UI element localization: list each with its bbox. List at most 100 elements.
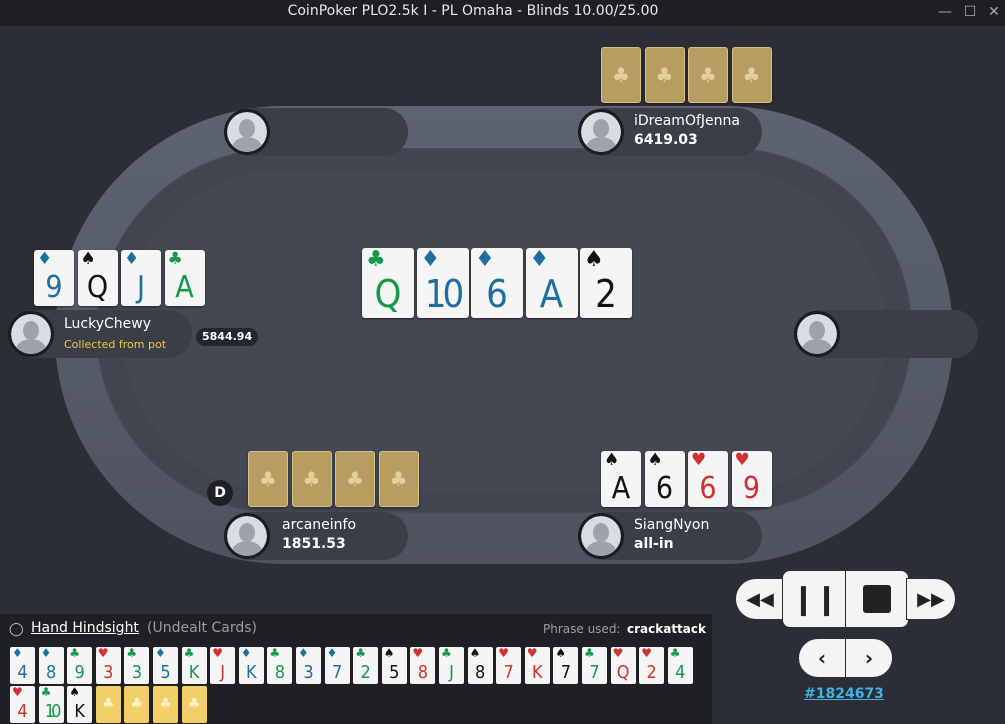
hearts-suit-icon: ♥ — [498, 647, 509, 660]
player-name: iDreamOfJenna — [634, 113, 740, 129]
playing-card: ♠ Q — [77, 250, 118, 306]
phrase-label: Phrase used: — [543, 622, 621, 636]
next-hand-button[interactable]: › — [845, 638, 893, 678]
spades-suit-icon: ♠ — [584, 248, 604, 272]
card-rank: 4 — [17, 662, 28, 683]
card-rank: 6 — [699, 471, 717, 506]
diamonds-suit-icon: ♦ — [12, 647, 23, 660]
card-rank: J — [220, 662, 226, 683]
card-rank: 2 — [646, 662, 657, 683]
hearts-suit-icon: ♥ — [212, 647, 223, 660]
card-back — [335, 451, 375, 507]
playing-card: ♣ Q — [362, 248, 414, 318]
spades-suit-icon: ♠ — [604, 451, 620, 470]
playing-card: ♦ 6 — [471, 248, 523, 318]
hindsight-title-link[interactable]: Hand Hindsight — [31, 620, 139, 636]
playing-card: ♦ 4 — [10, 647, 35, 684]
card-rank: 10 — [44, 701, 62, 722]
clubs-suit-icon: ♣ — [40, 686, 52, 699]
player-stack: 1851.53 — [282, 536, 346, 552]
card-back — [731, 47, 772, 103]
card-back — [181, 686, 207, 723]
player-name: LuckyChewy — [64, 316, 152, 332]
previous-hand-button[interactable]: ‹ — [798, 638, 846, 678]
playing-card: ♠ 8 — [467, 647, 493, 684]
phrase-value: crackattack — [627, 622, 706, 636]
fast-forward-button[interactable]: ▶▶ — [906, 578, 956, 620]
playing-card: ♦ K — [238, 647, 264, 684]
card-rank: 6 — [655, 471, 674, 506]
fast-forward-icon: ▶▶ — [917, 588, 945, 610]
playing-card: ♥ 6 — [688, 451, 728, 507]
spades-suit-icon: ♠ — [469, 647, 481, 660]
playing-card: ♥ 4 — [10, 686, 35, 723]
playing-card: ♣ 8 — [267, 647, 293, 684]
playing-card: ♥ 9 — [731, 451, 772, 507]
playing-card: ♠ 7 — [553, 647, 579, 684]
window-title: CoinPoker PLO2.5k I - PL Omaha - Blinds … — [287, 3, 659, 19]
avatar — [578, 513, 624, 559]
playing-card: ♦ 9 — [34, 250, 74, 306]
pause-button[interactable]: ❙❙ — [782, 570, 846, 628]
card-rank: 10 — [424, 272, 465, 316]
clubs-suit-icon: ♣ — [167, 250, 183, 269]
card-rank: 9 — [45, 270, 63, 305]
playing-card: ♦ 5 — [153, 647, 178, 684]
player-name: SiangNyon — [634, 517, 710, 533]
pause-icon: ❙❙ — [790, 581, 839, 617]
playing-card: ♣ K — [181, 647, 207, 684]
playing-card: ♥ K — [524, 647, 550, 684]
clubs-suit-icon: ♣ — [366, 248, 386, 272]
card-rank: 3 — [131, 662, 143, 683]
card-back — [291, 451, 332, 507]
card-rank: K — [531, 662, 543, 683]
playing-card: ♥ Q — [610, 647, 636, 684]
clubs-suit-icon: ♣ — [69, 647, 80, 660]
rewind-button[interactable]: ◀◀ — [735, 578, 785, 620]
playing-card: ♠ A — [601, 451, 641, 507]
minimize-icon[interactable]: — — [936, 3, 954, 21]
playing-card: ♦ A — [525, 248, 578, 318]
player-status: Collected from pot — [64, 338, 167, 351]
spades-suit-icon: ♠ — [383, 647, 395, 660]
spades-suit-icon: ♠ — [647, 451, 663, 470]
playing-card: ♦ 7 — [324, 647, 350, 684]
card-rank: 7 — [331, 662, 343, 683]
hearts-suit-icon: ♥ — [734, 451, 750, 470]
card-back — [124, 686, 150, 723]
chevron-left-icon: ‹ — [817, 646, 827, 670]
hearts-suit-icon: ♥ — [612, 647, 624, 660]
playing-card: ♠ 6 — [644, 451, 685, 507]
card-back — [248, 451, 288, 507]
card-rank: 8 — [274, 662, 286, 683]
card-rank: 4 — [675, 662, 686, 683]
rewind-icon: ◀◀ — [746, 588, 774, 610]
spades-suit-icon: ♠ — [555, 647, 567, 660]
player-name: arcaneinfo — [282, 517, 357, 533]
card-rank: Q — [616, 662, 630, 683]
clubs-suit-icon: ♣ — [355, 647, 366, 660]
diamonds-suit-icon: ♦ — [326, 647, 338, 660]
card-back — [601, 47, 641, 103]
maximize-icon[interactable]: ☐ — [961, 3, 979, 21]
avatar — [8, 311, 54, 357]
card-rank: 7 — [560, 662, 572, 683]
card-rank: 9 — [742, 471, 761, 506]
chevron-right-icon: › — [864, 646, 874, 670]
card-rank: 2 — [595, 272, 617, 316]
card-back — [153, 686, 178, 723]
card-rank: 9 — [74, 662, 85, 683]
clubs-suit-icon: ♣ — [183, 647, 195, 660]
diamonds-suit-icon: ♦ — [124, 250, 140, 269]
hearts-suit-icon: ♥ — [412, 647, 424, 660]
hand-id-link[interactable]: #1824673 — [804, 686, 884, 702]
stop-button[interactable] — [845, 570, 909, 628]
stop-icon — [863, 585, 891, 613]
close-icon[interactable]: ✕ — [985, 3, 1003, 21]
playing-card: ♣ 4 — [667, 647, 693, 684]
shield-icon: ◯ — [9, 622, 24, 637]
avatar — [224, 513, 270, 559]
card-back — [688, 47, 728, 103]
hand-hindsight-panel: ◯ Hand Hindsight (Undealt Cards) Phrase … — [0, 614, 712, 724]
card-rank: 8 — [417, 662, 429, 683]
